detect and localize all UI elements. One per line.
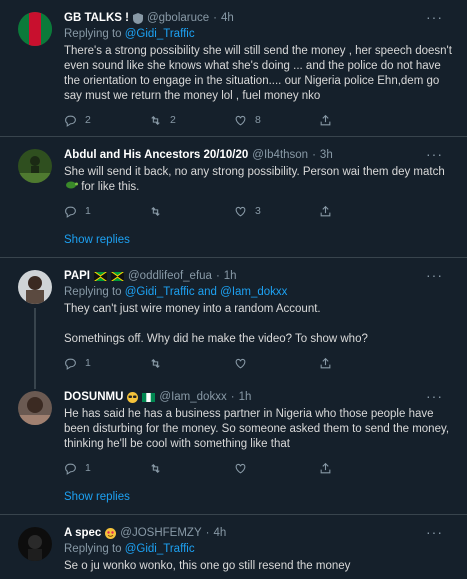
- tweet-actions: 1: [64, 347, 424, 379]
- tweet-text: There's a strong possibility she will st…: [64, 45, 452, 102]
- retweet-icon: [151, 115, 160, 125]
- like-icon: [235, 358, 246, 368]
- sunglasses-emoji-icon: [127, 391, 139, 403]
- author-name[interactable]: Abdul and His Ancestors 20/10/20: [64, 148, 248, 163]
- avatar[interactable]: [18, 149, 52, 183]
- replying-to: Replying to @Gidi_Traffic and @Iam_dokxx: [64, 286, 288, 298]
- author-handle[interactable]: @Iam_dokxx: [159, 390, 226, 405]
- tweet-text: She will send it back, no any strong pos…: [64, 166, 445, 193]
- tweet-time[interactable]: 1h: [239, 390, 252, 405]
- share-icon: [320, 114, 331, 125]
- like-button[interactable]: 3: [234, 204, 319, 219]
- replying-to: Replying to @Gidi_Traffic: [64, 28, 195, 40]
- tweet-papi[interactable]: PAPI @oddlifeof_efua · 1h ··· Replying t…: [0, 258, 467, 389]
- tweet-actions: 1 3: [64, 195, 424, 227]
- tweet-time[interactable]: 4h: [221, 11, 234, 26]
- tweet-actions: 2 2 8: [64, 104, 424, 136]
- tweet-gb-talks[interactable]: GB TALKS ! @gbolaruce · 4h ··· Replying …: [0, 0, 467, 137]
- replying-to-link[interactable]: @Gidi_Traffic: [125, 28, 195, 40]
- reply-button[interactable]: 2: [64, 113, 149, 128]
- jamaica-flag-icon: [94, 271, 107, 281]
- retweet-icon: [151, 206, 160, 216]
- tweet-time[interactable]: 1h: [224, 269, 237, 284]
- replying-to-link[interactable]: @Gidi_Traffic: [125, 543, 195, 555]
- like-icon: [235, 463, 246, 473]
- share-button[interactable]: [319, 462, 404, 475]
- more-icon[interactable]: ···: [426, 268, 443, 283]
- jamaica-flag-icon: [111, 271, 124, 281]
- retweet-icon: [151, 463, 160, 473]
- share-button[interactable]: [319, 114, 404, 127]
- author-name[interactable]: GB TALKS !: [64, 11, 129, 26]
- replying-to-link[interactable]: @Gidi_Traffic and @Iam_dokxx: [125, 286, 288, 298]
- retweet-button[interactable]: [149, 205, 234, 218]
- nigeria-flag-icon: [142, 392, 156, 402]
- share-icon: [320, 357, 331, 368]
- avatar[interactable]: [18, 270, 52, 304]
- tweet-time[interactable]: 4h: [213, 526, 226, 541]
- like-button[interactable]: [234, 462, 319, 475]
- avatar[interactable]: [18, 391, 52, 425]
- more-icon[interactable]: ···: [426, 10, 443, 25]
- replying-to: Replying to @Gidi_Traffic: [64, 543, 195, 555]
- thread-line: [34, 308, 36, 389]
- share-button[interactable]: [319, 205, 404, 218]
- retweet-button[interactable]: 2: [149, 113, 234, 128]
- reply-icon: [65, 463, 76, 475]
- share-icon: [320, 205, 331, 216]
- reply-button[interactable]: 1: [64, 204, 149, 219]
- shield-badge-icon: [132, 12, 143, 24]
- author-name[interactable]: A spec: [64, 526, 101, 541]
- more-icon[interactable]: ···: [426, 389, 443, 404]
- share-button[interactable]: [319, 357, 404, 370]
- retweet-icon: [151, 358, 160, 368]
- like-button[interactable]: [234, 357, 319, 370]
- author-name[interactable]: PAPI: [64, 269, 90, 284]
- tweet-text: They can't just wire money into a random…: [64, 303, 368, 345]
- more-icon[interactable]: ···: [426, 147, 443, 162]
- author-handle[interactable]: @Ib4thson: [252, 148, 308, 163]
- tweet-actions: 1: [64, 452, 424, 484]
- tweet-abdul[interactable]: Abdul and His Ancestors 20/10/20 @Ib4ths…: [0, 137, 467, 227]
- tweet-text: Se o ju wonko wonko, this one go still r…: [64, 560, 351, 572]
- tweet-time[interactable]: 3h: [320, 148, 333, 163]
- show-replies-link[interactable]: Show replies: [0, 227, 467, 258]
- like-icon: [235, 206, 246, 216]
- like-button[interactable]: 8: [234, 113, 319, 128]
- turtle-emoji-icon: [66, 181, 78, 189]
- more-icon[interactable]: ···: [426, 525, 443, 540]
- show-replies-link[interactable]: Show replies: [0, 484, 467, 515]
- avatar[interactable]: [18, 527, 52, 561]
- like-icon: [235, 115, 246, 125]
- reply-button[interactable]: 1: [64, 356, 149, 371]
- reply-icon: [65, 358, 76, 370]
- retweet-button[interactable]: [149, 357, 234, 370]
- author-handle[interactable]: @oddlifeof_efua: [128, 269, 212, 284]
- avatar[interactable]: [18, 12, 52, 46]
- hearts-face-emoji-icon: [105, 527, 117, 539]
- share-icon: [320, 462, 331, 473]
- author-handle[interactable]: @JOSHFEMZY: [120, 526, 201, 541]
- retweet-button[interactable]: [149, 462, 234, 475]
- reply-icon: [65, 206, 76, 218]
- reply-icon: [65, 115, 76, 127]
- author-handle[interactable]: @gbolaruce: [147, 11, 209, 26]
- reply-button[interactable]: 1: [64, 461, 149, 476]
- tweet-a-spec[interactable]: A spec @JOSHFEMZY · 4h ··· Replying to @…: [0, 515, 467, 574]
- author-name[interactable]: DOSUNMU: [64, 390, 123, 405]
- tweet-dosunmu[interactable]: DOSUNMU @Iam_dokxx · 1h ··· He has said …: [0, 379, 467, 484]
- tweet-text: He has said he has a business partner in…: [64, 408, 450, 450]
